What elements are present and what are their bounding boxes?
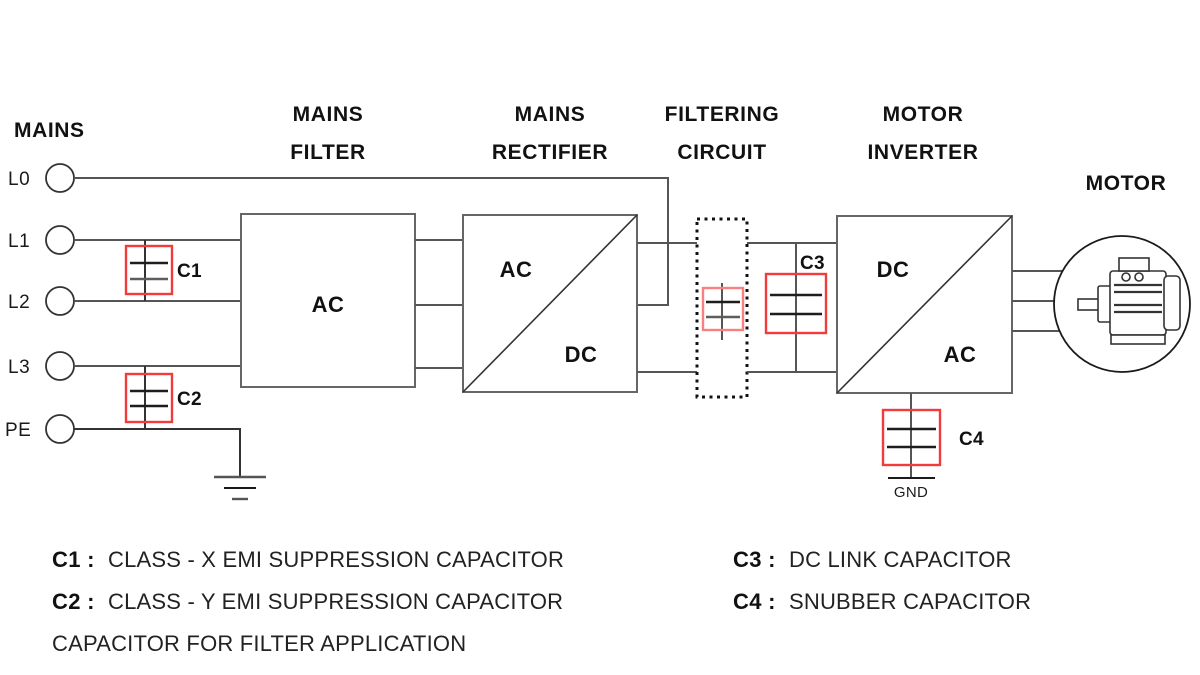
motor-terminal-box (1118, 257, 1150, 272)
section-title-mains-rectifier-line1: MAINS (515, 103, 586, 126)
section-title-mains-filter-line2: FILTER (290, 141, 366, 164)
section-title-mains-rectifier-line2: RECTIFIER (492, 141, 608, 164)
circuit-diagram: MAINS MAINS FILTER MAINS RECTIFIER FILTE… (5, 103, 1191, 656)
terminal-label-l1: L1 (8, 231, 30, 252)
legend-left-key-1: C2 : (52, 589, 95, 614)
motor-terminal-1 (1121, 272, 1131, 282)
section-title-motor-inverter-line1: MOTOR (883, 103, 964, 126)
block-mains-filter-label: AC (312, 292, 345, 317)
terminal-circle-pe[interactable] (45, 414, 75, 444)
block-mains-rectifier-bottom-label: DC (565, 342, 598, 367)
legend-left-text-2: CAPACITOR FOR FILTER APPLICATION (52, 631, 466, 656)
terminal-label-l0: L0 (8, 169, 30, 190)
terminal-label-l3: L3 (8, 357, 30, 378)
terminal-circle-l0[interactable] (45, 163, 75, 193)
section-title-motor: MOTOR (1086, 172, 1167, 195)
motor-end-bell (1163, 275, 1181, 331)
motor-terminal-2 (1134, 272, 1144, 282)
legend-right-text-0: DC LINK CAPACITOR (789, 547, 1012, 572)
motor-icon[interactable] (1053, 235, 1191, 373)
section-title-motor-inverter-line2: INVERTER (868, 141, 979, 164)
terminal-circle-l3[interactable] (45, 351, 75, 381)
capacitor-c1-outline (124, 244, 174, 296)
terminal-label-l2: L2 (8, 292, 30, 313)
capacitor-c2-label: C2 (177, 389, 202, 410)
block-mains-rectifier-top-label: AC (500, 257, 533, 282)
terminal-label-pe: PE (5, 420, 31, 441)
legend: C1 : CLASS - X EMI SUPPRESSION CAPACITOR… (52, 547, 1031, 656)
legend-left-text-0: CLASS - X EMI SUPPRESSION CAPACITOR (108, 547, 564, 572)
block-motor-inverter-top-label: DC (877, 257, 910, 282)
motor-base (1110, 334, 1166, 345)
motor-shaft (1077, 298, 1101, 311)
legend-right-key-0: C3 : (733, 547, 776, 572)
legend-left-text-1: CLASS - Y EMI SUPPRESSION CAPACITOR (108, 589, 563, 614)
section-title-filtering-circuit-line1: FILTERING (665, 103, 780, 126)
capacitor-c1-label: C1 (177, 261, 202, 282)
section-title-mains: MAINS (14, 119, 85, 142)
capacitor-c1[interactable] (124, 244, 174, 296)
legend-left-key-0: C1 : (52, 547, 95, 572)
section-title-mains-filter-line1: MAINS (293, 103, 364, 126)
earth-ground-icon (214, 475, 266, 501)
capacitor-c4-label: C4 (959, 429, 984, 450)
capacitor-c3-label: C3 (800, 253, 825, 274)
gnd-label: GND (894, 484, 928, 501)
capacitor-c2-outline (124, 372, 174, 424)
block-motor-inverter-bottom-label: AC (944, 342, 977, 367)
legend-right-key-1: C4 : (733, 589, 776, 614)
terminal-circle-l1[interactable] (45, 225, 75, 255)
wire-pe (74, 428, 241, 477)
terminal-circle-l2[interactable] (45, 286, 75, 316)
section-title-filtering-circuit-line2: CIRCUIT (677, 141, 766, 164)
legend-right-text-1: SNUBBER CAPACITOR (789, 589, 1031, 614)
capacitor-c2[interactable] (124, 372, 174, 424)
